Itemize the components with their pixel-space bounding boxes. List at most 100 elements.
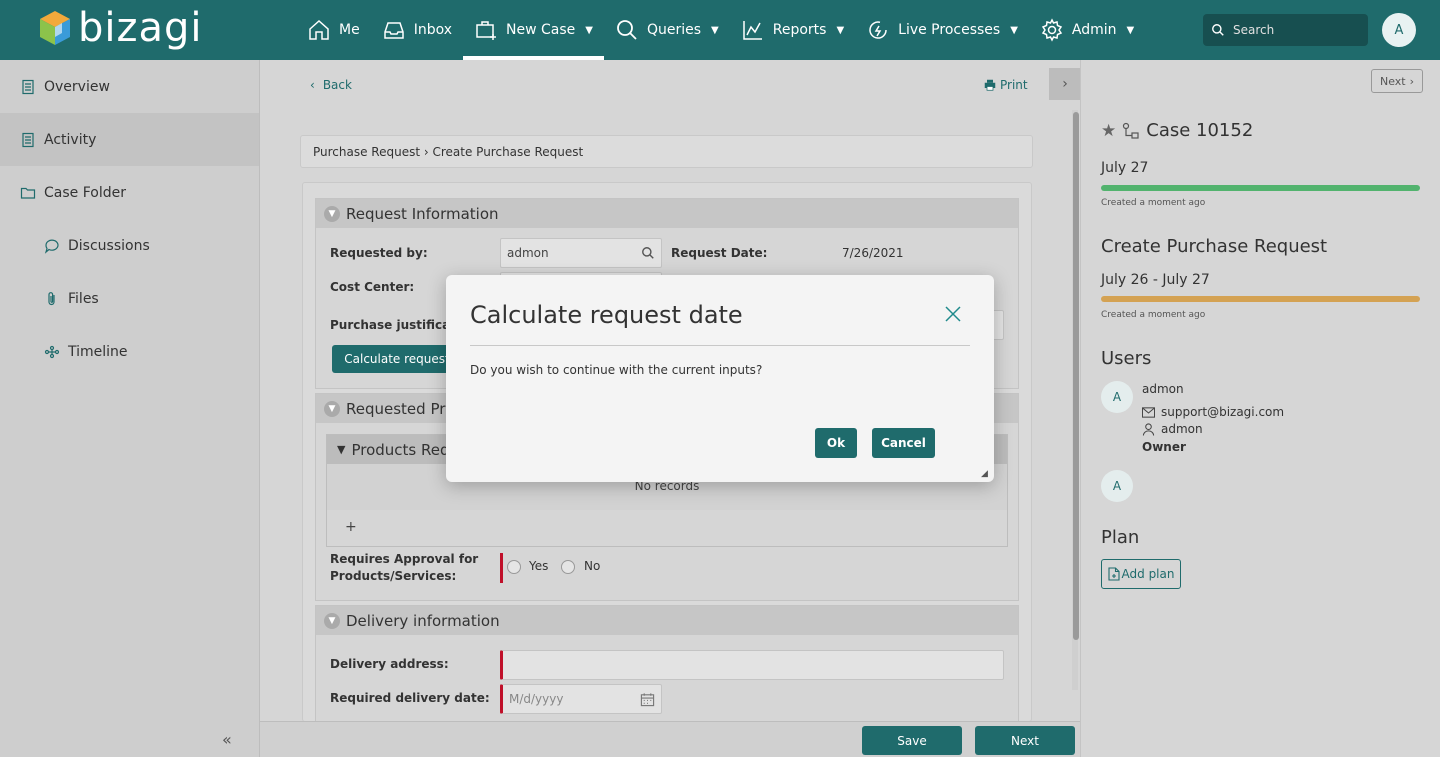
scrollbar-thumb[interactable] — [1073, 112, 1079, 640]
section-header[interactable]: ▼ Request Information — [316, 199, 1018, 228]
add-plan-label: Add plan — [1121, 567, 1175, 581]
chevron-down-icon: ▼ — [324, 205, 340, 222]
sidebar-item-label: Activity — [44, 131, 97, 148]
chevron-down-icon: ▼ — [711, 24, 719, 36]
chevron-right-icon: › — [1062, 76, 1068, 92]
printer-icon — [984, 79, 996, 91]
activity-created-text: Created a moment ago — [1101, 310, 1206, 320]
bizagi-logo[interactable]: bizagi — [38, 6, 203, 50]
calculate-request-button[interactable]: Calculate request — [332, 345, 462, 373]
user-avatar[interactable]: A — [1101, 470, 1133, 502]
nav-inbox[interactable]: Inbox — [371, 0, 463, 60]
dialog-title: Calculate request date — [470, 301, 743, 329]
plan-title: Plan — [1101, 527, 1140, 548]
delivery-address-field[interactable] — [500, 650, 1004, 680]
approval-no-radio[interactable] — [561, 560, 575, 574]
inbox-icon — [383, 22, 404, 39]
add-plan-button[interactable]: Add plan — [1101, 559, 1181, 589]
print-link[interactable]: Print — [984, 78, 1028, 92]
activity-progress-bar — [1101, 296, 1420, 302]
add-row-button[interactable]: + — [345, 519, 357, 535]
global-search[interactable] — [1203, 14, 1368, 46]
nav-me-label: Me — [339, 22, 360, 38]
sidebar-item-label: Timeline — [68, 343, 128, 360]
process-icon — [1123, 122, 1139, 139]
case-created-text: Created a moment ago — [1101, 198, 1206, 208]
users-title: Users — [1101, 348, 1152, 369]
nav-reports[interactable]: Reports ▼ — [730, 0, 855, 60]
user-login-row: admon — [1142, 422, 1203, 436]
nav-queries-label: Queries — [646, 22, 702, 38]
save-button[interactable]: Save — [862, 726, 962, 755]
requested-by-field[interactable]: admon — [500, 238, 662, 268]
sidebar-item-label: Files — [68, 290, 99, 307]
user-email-row: support@bizagi.com — [1142, 405, 1284, 419]
user-role: Owner — [1142, 440, 1186, 454]
nav-queries[interactable]: Queries ▼ — [604, 0, 730, 60]
required-delivery-date-label: Required delivery date: — [330, 691, 490, 705]
requested-by-value: admon — [507, 246, 549, 260]
sidebar-item-discussions[interactable]: Discussions — [0, 219, 259, 272]
dialog-message: Do you wish to continue with the current… — [470, 363, 763, 377]
approval-no-label: No — [584, 559, 601, 573]
search-icon — [1212, 24, 1224, 36]
folder-icon — [20, 187, 36, 199]
next-label: Next — [1379, 74, 1406, 88]
next-button[interactable]: Next — [975, 726, 1075, 755]
mail-icon — [1142, 406, 1155, 418]
requested-by-label: Requested by: — [330, 246, 428, 260]
search-input[interactable] — [1233, 23, 1363, 37]
user-avatar[interactable]: A — [1382, 13, 1416, 47]
nav-admin[interactable]: Admin ▼ — [1029, 0, 1145, 60]
user-icon — [1142, 422, 1155, 436]
document-icon — [22, 132, 34, 147]
bottom-action-bar: Save Next — [260, 721, 1080, 757]
cancel-button[interactable]: Cancel — [872, 428, 935, 458]
sidebar-item-case-folder[interactable]: Case Folder — [0, 166, 259, 219]
sidebar-item-label: Overview — [44, 78, 110, 95]
add-document-icon — [1107, 567, 1120, 581]
date-placeholder: M/d/yyyy — [509, 692, 564, 706]
grid-footer — [327, 510, 1007, 546]
user-login: admon — [1161, 422, 1203, 436]
live-processes-icon — [869, 21, 887, 39]
section-header[interactable]: ▼ Delivery information — [316, 606, 1018, 635]
chevron-right-icon: › — [1409, 74, 1415, 88]
sidebar-item-overview[interactable]: Overview — [0, 60, 259, 113]
section-title: Delivery information — [346, 611, 500, 630]
user-avatar[interactable]: A — [1101, 381, 1133, 413]
star-icon[interactable]: ★ — [1101, 121, 1116, 141]
back-label: Back — [322, 78, 352, 92]
chevron-down-icon: ▼ — [836, 24, 845, 36]
sidebar-item-timeline[interactable]: Timeline — [0, 325, 259, 378]
ok-button[interactable]: Ok — [815, 428, 857, 458]
resize-handle-icon[interactable]: ◢ — [981, 469, 988, 479]
nav-new-case[interactable]: New Case ▼ — [463, 0, 604, 60]
section-title: Requested Pro — [346, 399, 455, 418]
paperclip-icon — [48, 291, 55, 305]
chevron-down-icon: ▼ — [324, 400, 340, 417]
sidebar-item-files[interactable]: Files — [0, 272, 259, 325]
chat-bubble-icon — [44, 239, 59, 254]
required-delivery-date-field[interactable]: M/d/yyyy — [500, 684, 662, 714]
bizagi-cube-icon — [40, 11, 70, 45]
next-case-button[interactable]: Next › — [1371, 69, 1423, 93]
chevron-left-icon: ‹ — [310, 78, 315, 92]
nav-live-processes[interactable]: Live Processes ▼ — [855, 0, 1029, 60]
case-progress-bar — [1101, 185, 1420, 191]
nav-me[interactable]: Me — [296, 0, 371, 60]
required-marker — [500, 553, 503, 583]
confirm-dialog: Calculate request date Do you wish to co… — [446, 275, 994, 482]
dialog-divider — [470, 345, 970, 346]
section-delivery-information: ▼ Delivery information Delivery address:… — [315, 605, 1019, 722]
toggle-right-panel[interactable]: › — [1049, 68, 1081, 100]
grid-title: Products Req — [351, 440, 450, 459]
close-icon[interactable] — [944, 305, 962, 323]
sidebar-item-activity[interactable]: Activity — [0, 113, 259, 166]
nav-admin-label: Admin — [1071, 22, 1117, 38]
approval-yes-radio[interactable] — [507, 560, 521, 574]
search-icon — [642, 247, 654, 259]
chart-icon — [742, 21, 762, 40]
back-link[interactable]: ‹ Back — [310, 78, 352, 92]
collapse-sidebar-icon[interactable]: « — [222, 730, 232, 749]
